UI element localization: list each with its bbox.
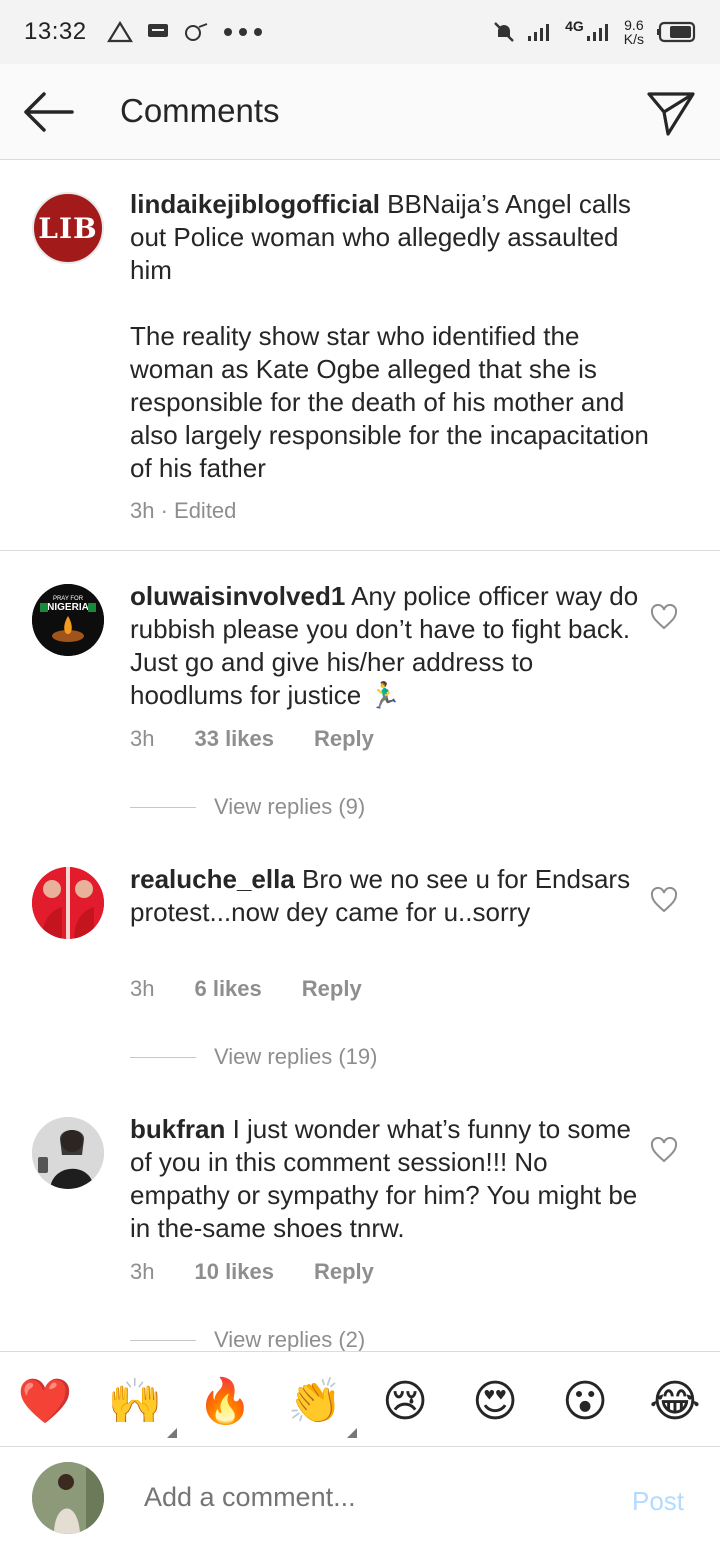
skin-tone-indicator-icon [347,1428,357,1438]
avatar[interactable] [32,867,104,939]
comment-text: oluwaisinvolved1 Any police officer way … [130,580,650,712]
app-icon [184,23,207,41]
crying-face-emoji[interactable]: 😢 [377,1374,433,1430]
avatar[interactable]: LIB [32,192,104,264]
more-dots-icon [223,28,262,36]
comments-header: Comments [0,64,720,160]
raising-hands-glyph: 🙌 [107,1376,163,1427]
message-icon [147,24,168,37]
speed-value: 9.6 [624,17,644,33]
surprised-face-emoji[interactable]: 😮 [557,1374,613,1430]
emoji-reaction-bar: ❤️ 🙌 🔥 👏 😢 😍 😮 😂 [0,1351,720,1447]
avatar [32,1462,104,1534]
add-comment-bar: Post [0,1448,720,1548]
red-heart-emoji[interactable]: ❤️ [17,1374,73,1430]
profile-photo [32,867,104,939]
comment-meta: 3h 33 likes Reply [130,726,374,752]
comment-time: 3h [130,976,155,1001]
clapping-hands-emoji[interactable]: 👏 [287,1374,357,1438]
speed-unit: K/s [623,31,644,47]
profile-photo [32,1117,104,1189]
heart-eyes-emoji[interactable]: 😍 [467,1374,523,1430]
likes-count[interactable]: 33 likes [194,726,274,752]
comment-text: realuche_ella Bro we no see u for Endsar… [130,863,650,929]
avatar[interactable]: PRAY FOR NIGERIA [32,584,104,656]
comment-time: 3h [130,1259,155,1284]
comment-username[interactable]: realuche_ella [130,864,295,894]
caption-body-2: The reality show star who identified the… [130,321,649,483]
divider-line [130,806,196,808]
laughing-tears-emoji[interactable]: 😂 [647,1374,703,1430]
current-user-photo [32,1462,104,1534]
comment-username[interactable]: bukfran [130,1114,225,1144]
caption-meta: 3h · Edited [130,498,236,524]
network-speed: 9.6 K/s [624,18,644,46]
signal-icon [528,24,550,41]
caption-username[interactable]: lindaikejiblogofficial [130,189,380,219]
notification-icons [106,21,263,43]
raising-hands-emoji[interactable]: 🙌 [107,1374,177,1438]
mute-bell-icon [494,22,514,42]
pray-for-nigeria-image: PRAY FOR NIGERIA [32,584,104,656]
caption-text: lindaikejiblogofficial BBNaija’s Angel c… [130,188,650,287]
paper-plane-icon[interactable] [646,88,696,138]
comment-time: 3h [130,726,155,751]
view-replies-label: View replies (2) [214,1327,366,1352]
avatar-big-text: NIGERIA [47,602,89,613]
clapping-hands-glyph: 👏 [287,1376,343,1427]
network-type: 4G [565,18,584,34]
avatar[interactable] [32,1117,104,1189]
view-replies-label: View replies (19) [214,1044,378,1069]
comment-meta: 3h 6 likes Reply [130,976,362,1002]
view-replies-label: View replies (9) [214,794,366,819]
reply-button[interactable]: Reply [302,976,362,1002]
fire-emoji[interactable]: 🔥 [197,1374,253,1430]
skin-tone-indicator-icon [167,1428,177,1438]
page-title: Comments [120,92,280,129]
post-button[interactable]: Post [632,1486,684,1517]
view-replies-button[interactable]: View replies (19) [130,1044,377,1070]
heart-icon[interactable] [650,604,678,630]
signal-4g-icon [586,24,608,41]
view-replies-button[interactable]: View replies (9) [130,794,365,820]
avatar-logo-text: LIB [38,211,98,245]
divider-line [130,1056,196,1058]
heart-icon[interactable] [650,887,678,913]
status-bar: 13:32 4G 9.6 K/s [0,0,720,64]
status-right: 4G 9.6 K/s [493,18,696,46]
add-comment-input[interactable] [144,1482,584,1513]
view-replies-button[interactable]: View replies (2) [130,1327,365,1353]
battery-icon [657,21,696,43]
divider-line [130,1339,196,1341]
caption-time: 3h · Edited [130,498,237,523]
reply-button[interactable]: Reply [314,726,374,752]
comment-meta: 3h 10 likes Reply [130,1259,374,1285]
status-time: 13:32 [24,18,87,45]
warning-icon [106,21,133,43]
comment-text: bukfran I just wonder what’s funny to so… [130,1113,650,1245]
likes-count[interactable]: 10 likes [194,1259,274,1285]
reply-button[interactable]: Reply [314,1259,374,1285]
comment-username[interactable]: oluwaisinvolved1 [130,581,345,611]
heart-icon[interactable] [650,1137,678,1163]
back-arrow-icon[interactable] [22,90,74,134]
likes-count[interactable]: 6 likes [194,976,261,1002]
